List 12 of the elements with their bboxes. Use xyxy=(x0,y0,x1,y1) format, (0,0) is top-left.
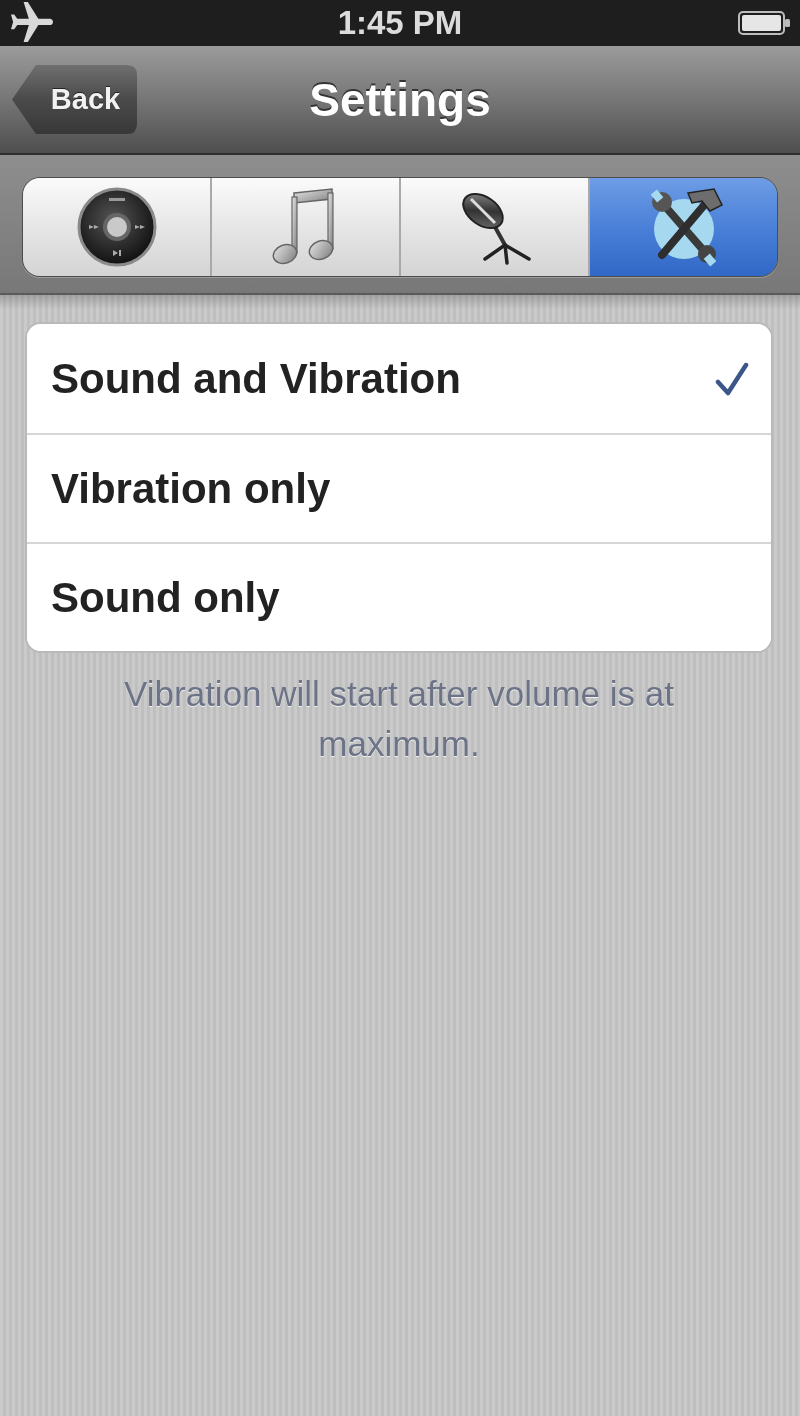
segment-tab[interactable] xyxy=(23,178,210,276)
airplane-icon xyxy=(10,2,54,44)
click-wheel-icon xyxy=(76,187,157,267)
footer-note: Vibration will start after volume is at maximum. xyxy=(123,673,675,765)
option-row[interactable]: Sound only xyxy=(27,542,771,651)
screen-title: Settings xyxy=(309,72,491,128)
status-time: 1:45 PM xyxy=(337,3,463,43)
checkmark-icon xyxy=(715,361,749,396)
back-button[interactable]: Back xyxy=(12,65,137,134)
segment-tab[interactable] xyxy=(399,178,588,276)
segment-tab[interactable] xyxy=(588,178,777,276)
battery-icon xyxy=(738,11,790,35)
